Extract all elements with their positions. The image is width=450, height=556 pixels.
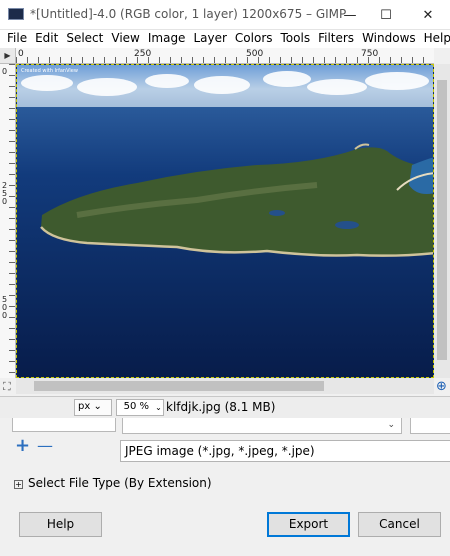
cancel-button-label: Cancel [379,517,420,531]
ruler-label: 500 [2,295,8,320]
menu-bar: File Edit Select View Image Layer Colors… [0,30,450,48]
chevron-down-icon: ⌄ [387,420,395,430]
export-button-label: Export [288,517,329,531]
ruler-label: 500 [246,49,264,59]
aerial-island-photo [17,65,433,377]
zoom-value: 50 % [123,401,149,412]
ruler-label: 0 [18,49,24,59]
add-bookmark-button[interactable]: + [15,436,30,456]
file-info-label: klfdjk.jpg (8.1 MB) [166,400,276,414]
cancel-button[interactable]: Cancel [358,512,441,537]
maximize-button[interactable]: ☐ [366,0,406,30]
unit-select[interactable]: px ⌄ [74,399,112,416]
menu-tools[interactable]: Tools [277,30,315,48]
status-bar: px ⌄ 50 % ⌄ klfdjk.jpg (8.1 MB) [0,396,450,418]
menu-select[interactable]: Select [62,30,107,48]
close-button[interactable]: ✕ [408,0,448,30]
expand-icon: + [14,480,23,489]
ruler-label: 250 [2,181,8,206]
menu-filters[interactable]: Filters [314,30,358,48]
minimize-icon: — [343,7,357,23]
image-watermark-text: Created with IrfanView [21,68,78,74]
ruler-label: 750 [361,49,379,59]
menu-windows[interactable]: Windows [358,30,420,48]
gimp-app-icon [8,8,24,20]
select-file-type-expander[interactable]: + Select File Type (By Extension) [14,476,212,490]
menu-edit[interactable]: Edit [31,30,62,48]
file-type-filter-select[interactable]: JPEG image (*.jpg, *.jpeg, *.jpe) [120,440,450,462]
help-button-label: Help [46,517,75,531]
file-list[interactable]: ⌄ [122,418,402,434]
maximize-icon: ☐ [380,7,392,23]
ruler-ticks [9,64,15,378]
help-button[interactable]: Help [19,512,102,537]
window-title: *[Untitled]-4.0 (RGB color, 1 layer) 120… [30,7,347,21]
ruler-label: 250 [134,49,152,59]
menu-file[interactable]: File [0,30,31,48]
vertical-scrollbar[interactable] [434,64,450,378]
file-list-extra [410,418,450,434]
vertical-ruler: 0 250 500 [0,64,16,378]
places-list[interactable] [12,418,116,432]
menu-help[interactable]: Help [420,30,450,48]
menu-image[interactable]: Image [144,30,190,48]
remove-bookmark-button[interactable]: — [37,436,53,456]
menu-layer[interactable]: Layer [189,30,230,48]
select-file-type-label: Select File Type (By Extension) [28,476,212,490]
close-icon: ✕ [422,7,434,23]
menu-view[interactable]: View [107,30,143,48]
chevron-down-icon: ⌄ [93,401,102,412]
zoom-corner-icon[interactable]: ⛶ [3,380,11,394]
minimize-button[interactable]: — [330,0,370,30]
chevron-down-icon[interactable]: ⌄ [153,399,164,416]
title-bar: *[Untitled]-4.0 (RGB color, 1 layer) 120… [0,0,450,30]
vertical-scroll-thumb[interactable] [437,80,447,360]
navigate-icon[interactable]: ⊕ [436,379,447,394]
horizontal-ruler: 0 250 500 750 [16,48,434,64]
horizontal-scroll-thumb[interactable] [34,381,324,391]
ruler-label: 0 [2,67,8,76]
export-button[interactable]: Export [267,512,350,537]
horizontal-scrollbar[interactable] [16,378,434,394]
quick-mask-corner-button[interactable]: ▶ [0,48,16,64]
image-canvas[interactable]: Created with IrfanView [16,64,434,378]
menu-colors[interactable]: Colors [231,30,277,48]
unit-value: px [78,401,91,412]
